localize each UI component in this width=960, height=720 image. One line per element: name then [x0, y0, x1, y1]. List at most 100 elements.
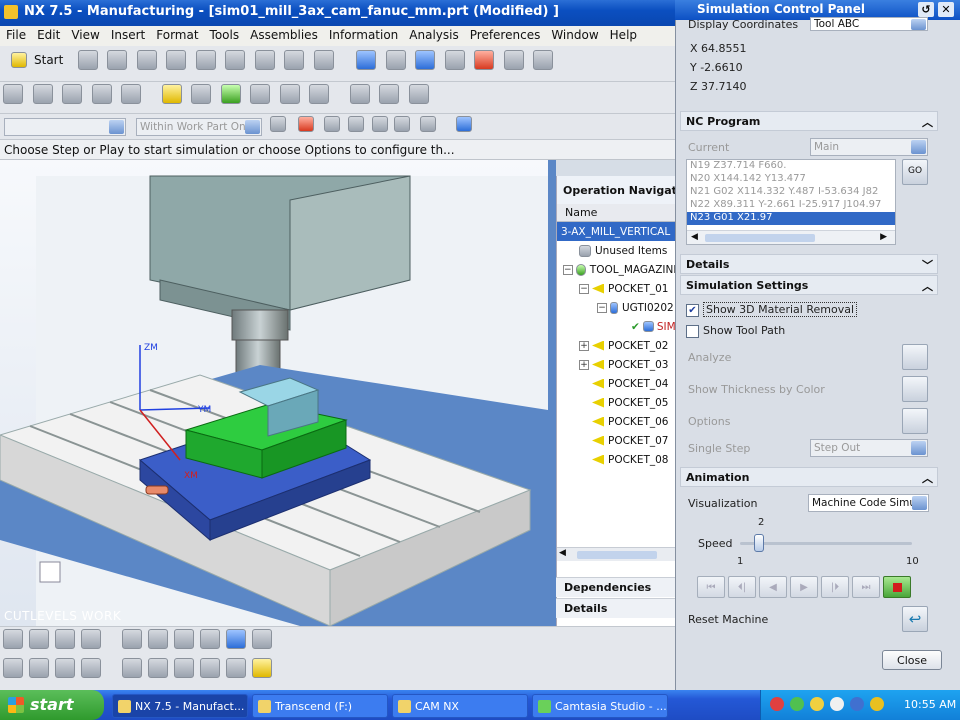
menu-window[interactable]: Window — [545, 26, 603, 42]
checkbox-unchecked-icon[interactable] — [686, 324, 699, 338]
create-operation-icon[interactable] — [121, 84, 141, 104]
blend-icon[interactable] — [122, 658, 142, 678]
nc-line[interactable]: N20 X144.142 Y13.477 — [687, 173, 895, 186]
print-icon[interactable] — [166, 50, 187, 70]
op-nav-column-name[interactable]: Name — [557, 204, 680, 222]
body-icon[interactable] — [226, 629, 246, 649]
collapse-icon[interactable]: − — [597, 302, 607, 313]
collapse-icon[interactable]: − — [579, 283, 589, 294]
scroll-left-icon[interactable]: ◀ — [559, 548, 566, 558]
shaded-cube-icon[interactable] — [415, 50, 436, 70]
wireframe-icon[interactable] — [503, 50, 524, 70]
thickness-by-color-button[interactable] — [902, 376, 928, 402]
menu-information[interactable]: Information — [323, 26, 403, 42]
step-back-icon[interactable]: ⏴| — [728, 576, 756, 598]
snap-end-icon[interactable] — [348, 116, 364, 132]
stop-button[interactable] — [883, 576, 911, 598]
background-icon[interactable] — [533, 50, 554, 70]
nav-row-pocket-05[interactable]: POCKET_05 — [557, 393, 680, 412]
scope-select[interactable]: Within Work Part Only — [136, 118, 262, 136]
menu-edit[interactable]: Edit — [31, 26, 65, 42]
menu-analysis[interactable]: Analysis — [403, 26, 463, 42]
undo-icon[interactable] — [313, 50, 334, 70]
shell-icon[interactable] — [174, 658, 194, 678]
nav-row-machine[interactable]: 3-AX_MILL_VERTICAL — [557, 222, 680, 241]
section-details[interactable]: Details ﹀ — [680, 254, 938, 274]
nav-row-pocket-06[interactable]: POCKET_06 — [557, 412, 680, 431]
taskbar-item-cam-nx[interactable]: CAM NX — [392, 694, 528, 718]
trim-icon[interactable] — [200, 658, 220, 678]
nav-row-pocket-03[interactable]: + POCKET_03 — [557, 355, 680, 374]
nav-row-pocket-02[interactable]: + POCKET_02 — [557, 336, 680, 355]
taskbar-item-transcend[interactable]: Transcend (F:) — [252, 694, 388, 718]
play-backward-icon[interactable]: ◀ — [759, 576, 787, 598]
section-animation[interactable]: Animation ︿ — [680, 467, 938, 487]
nav-row-pocket-08[interactable]: POCKET_08 — [557, 450, 680, 469]
selection-option-icon[interactable] — [270, 116, 286, 132]
nav-row-pocket-07[interactable]: POCKET_07 — [557, 431, 680, 450]
scroll-thumb[interactable] — [705, 234, 815, 242]
nc-line[interactable]: N21 G02 X114.332 Y.487 I-53.634 J82 — [687, 186, 895, 199]
op-nav-details[interactable]: Details — [556, 598, 680, 618]
speed-slider-track[interactable] — [740, 542, 912, 545]
step-forward-icon[interactable]: |⏵ — [821, 576, 849, 598]
save-icon[interactable] — [136, 50, 157, 70]
go-button[interactable]: GO — [902, 159, 928, 185]
single-step-select[interactable]: Step Out — [810, 439, 928, 457]
collapse-chevron-icon[interactable]: ︿ — [922, 278, 933, 294]
object-icon[interactable] — [408, 84, 429, 104]
collapse-chevron-icon[interactable]: ︿ — [922, 114, 933, 130]
orient-view-icon[interactable] — [444, 50, 465, 70]
generate-toolpath-icon[interactable] — [161, 84, 182, 104]
link-icon[interactable] — [122, 629, 142, 649]
op-nav-dependencies[interactable]: Dependencies — [556, 577, 680, 597]
tray-security-icon[interactable] — [810, 697, 824, 711]
nc-line[interactable]: N19 Z37.714 F660. — [687, 160, 895, 173]
delete-icon[interactable] — [284, 50, 305, 70]
pattern-icon[interactable] — [29, 629, 49, 649]
options-button[interactable] — [902, 408, 928, 434]
menu-insert[interactable]: Insert — [105, 26, 150, 42]
hole-icon[interactable] — [55, 658, 75, 678]
fast-forward-icon[interactable]: ⏭ — [852, 576, 880, 598]
menu-assemblies[interactable]: Assemblies — [244, 26, 323, 42]
plane-icon[interactable] — [174, 629, 194, 649]
group-icon[interactable] — [81, 629, 101, 649]
display-icon[interactable] — [349, 84, 370, 104]
nc-hscrollbar[interactable]: ◀ ▶ — [687, 230, 895, 244]
nav-row-sim[interactable]: ✔ SIM — [557, 317, 680, 336]
boss-icon[interactable] — [81, 658, 101, 678]
nav-row-pocket-04[interactable]: POCKET_04 — [557, 374, 680, 393]
nav-row-tool-magazine[interactable]: − TOOL_MAGAZINE — [557, 260, 680, 279]
menu-preferences[interactable]: Preferences — [464, 26, 546, 42]
verify-toolpath-icon[interactable] — [220, 84, 241, 104]
start-menu-button[interactable]: Start — [2, 49, 69, 71]
snap-arrow-icon[interactable] — [324, 116, 340, 132]
postprocess-icon[interactable] — [250, 84, 270, 104]
snap-point-icon[interactable] — [298, 116, 314, 132]
section-simulation-settings[interactable]: Simulation Settings ︿ — [680, 275, 938, 295]
box-select-icon[interactable] — [420, 116, 436, 132]
visualization-select[interactable]: Machine Code Simu — [808, 494, 929, 512]
nc-program-list[interactable]: N19 Z37.714 F660. N20 X144.142 Y13.477 N… — [686, 159, 896, 245]
show-tool-path-checkbox[interactable]: Show Tool Path — [686, 324, 785, 338]
open-icon[interactable] — [107, 50, 128, 70]
checkbox-checked-icon[interactable]: ✔ — [686, 303, 699, 317]
taskbar-item-nx[interactable]: NX 7.5 - Manufact... — [112, 694, 248, 718]
chamfer-icon[interactable] — [148, 658, 168, 678]
reset-dialog-icon[interactable]: ↺ — [918, 2, 934, 17]
section-nc-program[interactable]: NC Program ︿ — [680, 111, 938, 131]
transform-icon[interactable] — [379, 84, 399, 104]
new-icon[interactable] — [77, 50, 98, 70]
nc-line-selected[interactable]: N23 G01 X21.97 — [687, 212, 895, 225]
scroll-right-icon[interactable]: ▶ — [880, 232, 887, 242]
nav-row-pocket-01[interactable]: − POCKET_01 — [557, 279, 680, 298]
speed-slider-thumb[interactable] — [753, 534, 764, 552]
close-icon[interactable]: ✕ — [938, 2, 954, 17]
revolve-icon[interactable] — [29, 658, 49, 678]
nc-line[interactable]: N22 X89.311 Y-2.661 I-25.917 J104.97 — [687, 199, 895, 212]
cut-icon[interactable] — [195, 50, 216, 70]
display-coordinates-select[interactable]: Tool ABC — [810, 17, 928, 31]
offset-icon[interactable] — [226, 658, 246, 678]
nav-row-unused[interactable]: Unused Items — [557, 241, 680, 260]
